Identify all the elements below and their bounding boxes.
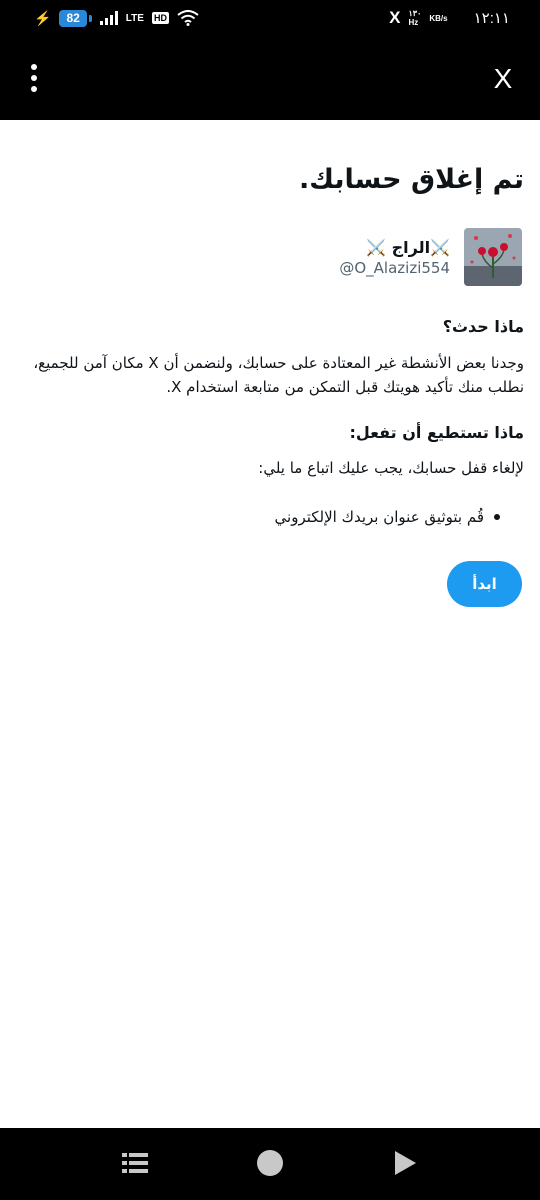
battery-indicator: 82: [59, 9, 87, 27]
home-icon[interactable]: [257, 1150, 283, 1176]
what-happened-body: وجدنا بعض الأنشطة غير المعتادة على حسابك…: [33, 354, 524, 396]
speed-hz: Hz: [408, 18, 419, 27]
main-content: تم إغلاق حسابك. ⚔️الراج ⚔️ @O_Alazizi554: [0, 120, 540, 1128]
what-to-do-body: لإلغاء قفل حسابك، يجب عليك اتباع ما يلي:: [258, 459, 524, 477]
menu-dot: [31, 64, 37, 70]
battery-tip: [88, 14, 92, 22]
account-names: ⚔️الراج ⚔️ @O_Alazizi554: [339, 238, 450, 277]
what-happened-title: ماذا حدث؟: [442, 317, 524, 336]
username: @O_Alazizi554: [339, 258, 450, 277]
wifi-icon: [177, 10, 199, 26]
hd-badge: HD: [151, 12, 169, 24]
start-button[interactable]: ابدأ: [447, 561, 522, 607]
list-item: قُم بتوثيق عنوان بريدك الإلكتروني: [275, 508, 500, 526]
status-right: X ١٣٠ Hz KB/s ١٢:١١: [389, 8, 510, 28]
status-left: ⚡ 82 LTE HD: [34, 9, 199, 27]
status-bar: ⚡ 82 LTE HD X ١٣٠ Hz KB/s ١٢:١١: [0, 0, 540, 36]
display-name: ⚔️الراج ⚔️: [366, 237, 450, 257]
clock: ١٢:١١: [473, 10, 510, 27]
network-type: LTE: [125, 12, 144, 24]
navigation-bar: [0, 1128, 540, 1200]
app-header: X: [0, 36, 540, 120]
menu-dot: [31, 86, 37, 92]
signal-icon: [99, 11, 118, 25]
speed-value: ١٣٠: [408, 9, 422, 18]
charging-icon: ⚡: [34, 9, 52, 26]
speed-indicator: ١٣٠ Hz: [408, 9, 421, 27]
avatar-image: [464, 228, 522, 286]
recents-icon[interactable]: [122, 1151, 148, 1175]
step-text: قُم بتوثيق عنوان بريدك الإلكتروني: [274, 508, 484, 526]
account-card: ⚔️الراج ⚔️ @O_Alazizi554: [339, 228, 522, 286]
bullet-icon: [494, 514, 500, 520]
speed-unit: KB/s: [429, 13, 448, 23]
avatar: [464, 228, 522, 286]
menu-dot: [31, 75, 37, 81]
more-options-icon[interactable]: [20, 58, 48, 98]
close-button[interactable]: X: [488, 62, 518, 96]
x-app-icon: X: [389, 8, 401, 27]
back-icon[interactable]: [392, 1149, 418, 1177]
what-to-do-title: ماذا تستطيع أن تفعل:: [349, 423, 524, 442]
page-title: تم إغلاق حسابك.: [298, 164, 524, 195]
